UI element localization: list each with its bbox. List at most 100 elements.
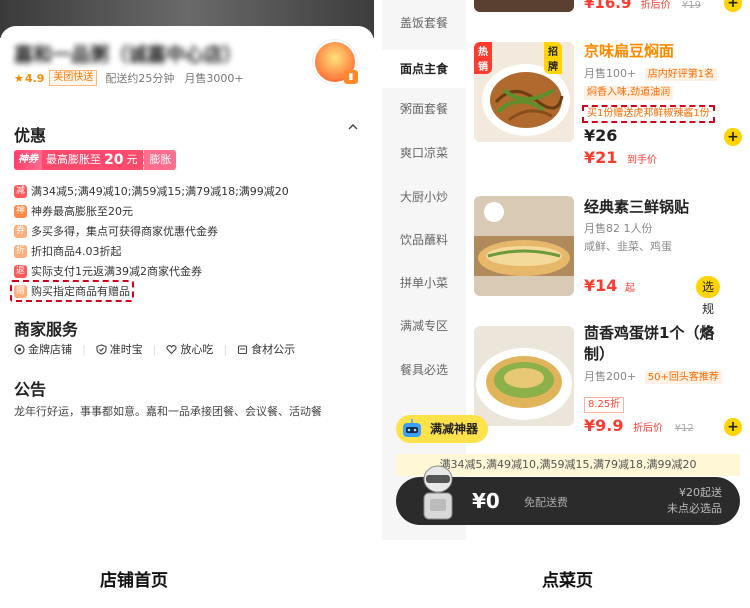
service-item: 放心吃 (166, 341, 213, 357)
add-to-cart-button[interactable]: + (724, 0, 742, 12)
service-label: 食材公示 (251, 343, 296, 356)
store-logo[interactable]: ▮ (313, 40, 358, 84)
add-to-cart-button[interactable]: + (724, 128, 742, 146)
menu-screen: 盖饭套餐 面点主食 粥面套餐 爽口凉菜 大厨小炒 饮品蘸料 拼单小菜 满减专区 … (382, 0, 750, 540)
dish-name-line2: 制） (584, 345, 615, 363)
promo-tag-quan: 券 (14, 224, 27, 238)
select-spec-button[interactable]: 选规格 (696, 276, 721, 338)
promo-text: 多买多得，集点可获得商家优惠代金券 (31, 225, 218, 238)
gold-store-icon (14, 343, 25, 355)
promo-item: 减 满34减5;满49减10;满59减15;满79减18;满99减20 (14, 181, 354, 201)
caption-menu-page: 点菜页 (542, 571, 593, 591)
dish-sales: 月售82 1人份 (584, 222, 653, 235)
final-price-row: ¥21 到手价 (584, 148, 657, 167)
add-to-cart-button[interactable]: + (724, 418, 742, 436)
promo-text: 折扣商品4.03折起 (31, 245, 122, 258)
promo-tag-zhe: 折 (14, 244, 27, 258)
discount-helper-label: 满减神器 (430, 422, 479, 436)
category-item[interactable]: 满减专区 (382, 317, 466, 337)
flavor-tag: 焖香入味,劲道油润 (584, 86, 674, 100)
delivery-tag: 美团快送 (49, 70, 98, 86)
promo-tag-jian: 减 (14, 184, 27, 198)
inflate-button[interactable]: 膨胀 (143, 150, 177, 170)
category-item[interactable]: 大厨小炒 (382, 188, 466, 208)
service-item: 食材公示 (237, 341, 295, 357)
gift-highlight: 买1份赠送虎邦鲜椒辣酱1份 (582, 105, 715, 123)
shield-icon (96, 343, 107, 355)
promo-text: 满34减5;满49减10;满59减15;满79减18;满99减20 (31, 185, 289, 198)
price-value: ¥16.9 (584, 0, 632, 12)
service-item: 金牌店铺 (14, 341, 72, 357)
gift-promo-highlight: 赠 购买指定商品有赠品 (10, 280, 134, 302)
required-item-status: 未点必选品 (667, 502, 722, 515)
dish-name: 京味扁豆焖面 (584, 42, 675, 60)
category-item[interactable]: 拼单小菜 (382, 274, 466, 294)
store-info-card: 嘉和一品粥（诚嘉中心店） ▮ ★ 4.9 美团快送 配送约25分钟 月售3000… (0, 26, 374, 540)
price-suffix: 起 (624, 283, 635, 294)
coupon-inflate-banner[interactable]: 神券 最高膨胀至 20 元 膨胀 (14, 150, 177, 170)
banner-coupon-tag: 神券 (14, 150, 42, 170)
flavor-row: 焖香入味,劲道油润 (584, 85, 674, 100)
notice-section-title: 公告 (14, 380, 47, 399)
dish-desc: 咸鲜、韭菜、鸡蛋 (584, 240, 672, 253)
service-label: 金牌店铺 (28, 343, 72, 356)
promo-item: 返 实际支付1元返满39减2商家代金券 (14, 261, 354, 281)
dish-price: ¥9.9 (584, 416, 624, 435)
divider: | (82, 342, 86, 356)
dish-price-row: ¥14 起 (584, 276, 635, 295)
ingredient-icon (238, 344, 248, 354)
mascot-icon (423, 465, 453, 520)
service-label: 放心吃 (180, 343, 214, 356)
service-label: 准时宝 (109, 343, 143, 356)
chevron-up-icon[interactable] (348, 122, 358, 132)
category-item-active[interactable]: 面点主食 (382, 50, 466, 88)
delivery-time: 配送约25分钟 (105, 72, 175, 85)
dish-image (474, 0, 574, 12)
category-item[interactable]: 饮品蘸料 (382, 231, 466, 251)
promo-text: 购买指定商品有赠品 (31, 285, 130, 298)
banner-text: 最高膨胀至 (46, 153, 101, 166)
egg-pancake-photo-icon (474, 326, 574, 426)
heart-icon (166, 344, 178, 354)
original-price: ¥12 (674, 423, 694, 434)
promo-item: 神 神券最高膨胀至20元 (14, 201, 354, 221)
original-price: ¥19 (681, 0, 702, 11)
dish-name: 经典素三鲜锅贴 (584, 198, 690, 216)
dish-sales-row: 月售200+ 50+回头客推荐 (584, 368, 722, 384)
category-item[interactable]: 爽口凉菜 (382, 144, 466, 164)
promo-section-title: 优惠 (14, 126, 47, 145)
monthly-sales: 月售3000+ (184, 72, 244, 85)
promo-list: 减 满34减5;满49减10;满59减15;满79减18;满99减20 神 神券… (10, 181, 354, 302)
category-item[interactable]: 盖饭套餐 (382, 14, 466, 42)
category-item[interactable]: 粥面套餐 (382, 100, 466, 120)
promo-item: 折 折扣商品4.03折起 (14, 241, 354, 261)
hot-badge: 热销 (474, 42, 492, 74)
store-name: 嘉和一品粥（诚嘉中心店） (14, 44, 243, 66)
divider: | (152, 342, 157, 356)
potsticker-photo-icon (474, 196, 574, 296)
dish-price: ¥26 (584, 126, 618, 145)
service-section-title: 商家服务 (14, 320, 79, 339)
discount-helper-button[interactable]: 满减神器 (396, 415, 489, 443)
cart-bar[interactable]: ¥0 免配送费 ¥20起送 未点必选品 (396, 465, 740, 525)
signature-badge: 招牌 (544, 42, 562, 74)
promo-text: 实际支付1元返满39减2商家代金券 (31, 265, 202, 278)
dish-sales-row: 月售100+ 店内好评第1名 (584, 65, 718, 81)
banner-main: 最高膨胀至 20 元 (42, 150, 144, 170)
dish-image (474, 326, 574, 426)
final-price: ¥21 (584, 148, 618, 167)
price-label: 折后价 (640, 0, 671, 11)
store-home-screen: 嘉和一品粥（诚嘉中心店） ▮ ★ 4.9 美团快送 配送约25分钟 月售3000… (0, 0, 374, 540)
banner-unit: 元 (126, 153, 138, 166)
logo-badge-icon: ▮ (344, 70, 358, 84)
service-item: 准时宝 (96, 341, 143, 357)
promo-text: 神券最高膨胀至20元 (31, 205, 133, 218)
category-item[interactable]: 餐具必选 (382, 361, 466, 381)
promo-tag-shen: 神 (14, 204, 27, 218)
divider: | (223, 342, 228, 356)
cart-min-order: ¥20起送 未点必选品 (667, 485, 722, 517)
dish-price: ¥14 (584, 276, 618, 295)
banner-amount: 20 (104, 152, 124, 168)
free-delivery-label: 免配送费 (524, 496, 568, 509)
promo-item: 赠 购买指定商品有赠品 (10, 280, 354, 302)
